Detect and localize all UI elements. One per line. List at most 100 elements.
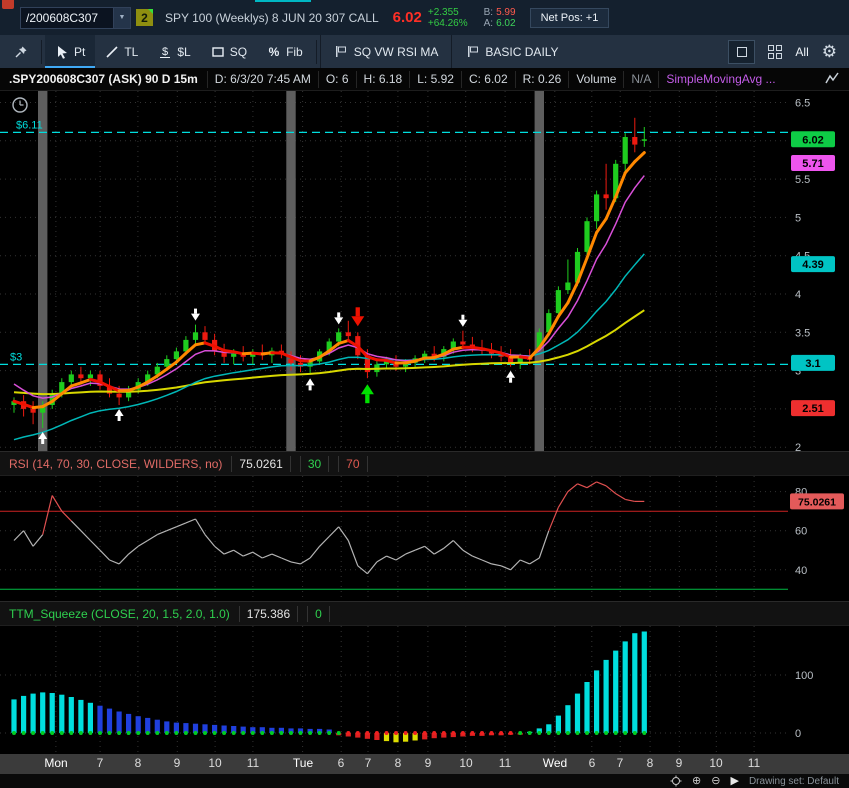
rsi-study-title[interactable]: RSI (14, 70, 30, CLOSE, WILDERS, no): [9, 457, 222, 471]
svg-text:5.5: 5.5: [795, 174, 810, 186]
rsi-values: 75.0261 30 70: [222, 457, 367, 471]
time-axis-hour-label: 7: [617, 756, 624, 770]
time-axis-hour-label: 9: [425, 756, 432, 770]
bid-ask: B:5.99 A:6.02: [484, 7, 516, 29]
time-axis-hour-label: 6: [589, 756, 596, 770]
instrument-description: SPY 100 (Weeklys) 8 JUN 20 307 CALL: [165, 11, 379, 25]
time-axis-hour-label: 8: [647, 756, 654, 770]
svg-text:3.5: 3.5: [795, 327, 810, 339]
svg-text:4.39: 4.39: [802, 259, 823, 271]
alert-price-lines[interactable]: $6.11 $3: [0, 119, 788, 364]
change-pct: +64.26%: [428, 18, 468, 29]
tool-label: $L: [177, 45, 190, 59]
chart-header-field: C: 6.02: [461, 71, 515, 88]
single-chart-layout-button[interactable]: [728, 40, 755, 64]
alert-clock-icon[interactable]: [13, 98, 27, 112]
moving-average-lines: [14, 153, 644, 440]
ttm-study-title[interactable]: TTM_Squeeze (CLOSE, 20, 1.5, 2.0, 1.0): [9, 607, 230, 621]
rsi-value-cell: 70: [338, 456, 367, 472]
zoom-in-icon[interactable]: ⊕: [692, 775, 701, 787]
svg-text:4: 4: [795, 289, 801, 301]
tool-tl[interactable]: TL: [95, 35, 148, 68]
bid-label: B:: [484, 7, 493, 18]
rsi-header: RSI (14, 70, 30, CLOSE, WILDERS, no) 75.…: [0, 451, 849, 476]
preset-sq-vw-rsi-ma[interactable]: SQ VW RSI MA: [320, 35, 452, 68]
chart-header-field: R: 0.26: [515, 71, 569, 88]
rsi-value-cell: 30: [300, 456, 329, 472]
ttm-values: 175.3860: [230, 607, 330, 621]
chart-header-field: SimpleMovingAvg ...: [658, 71, 782, 88]
chart-style-icon[interactable]: [824, 71, 849, 87]
square-icon: [737, 47, 747, 57]
tool-pt[interactable]: Pt: [45, 35, 95, 68]
play-icon[interactable]: ▶: [730, 775, 738, 787]
pin-button[interactable]: [4, 35, 38, 68]
crosshair-icon[interactable]: [670, 775, 682, 787]
cursor-icon: [55, 45, 69, 59]
svg-text:5.71: 5.71: [802, 158, 823, 170]
gear-icon[interactable]: ⚙: [822, 43, 837, 60]
ttm-value-cell: 175.386: [239, 606, 298, 622]
time-axis-day-label: Wed: [543, 756, 567, 770]
svg-text:$: $: [162, 46, 168, 58]
bottom-bar: ⊕ ⊖ ▶ Drawing set: Default: [0, 774, 849, 788]
tool-dollar-l[interactable]: $ $L: [148, 35, 200, 68]
time-axis[interactable]: Mon7891011Tue67891011Wed67891011: [0, 754, 849, 774]
time-axis-hour-label: 9: [676, 756, 683, 770]
study-set-icon: [334, 45, 348, 59]
ttm-squeeze-chart[interactable]: 1000: [0, 626, 849, 754]
net-position-badge: Net Pos: +1: [530, 8, 610, 28]
symbol-dropdown-button[interactable]: ▼: [114, 7, 131, 29]
change-abs: +2.355: [428, 7, 459, 18]
preset-basic-daily[interactable]: BASIC DAILY: [451, 35, 571, 68]
percent-icon: %: [267, 45, 281, 59]
svg-text:$3: $3: [10, 351, 22, 363]
app-logo-sliver: [2, 0, 14, 9]
svg-text:0: 0: [795, 728, 801, 740]
tool-label: Fib: [286, 45, 303, 59]
svg-text:$6.11: $6.11: [16, 119, 43, 131]
rsi-value-bubble: 75.0261: [790, 493, 844, 509]
trendline-icon: [105, 45, 119, 59]
session-breaks: [38, 91, 544, 451]
link-group-badge[interactable]: 2: [136, 9, 153, 26]
study-presets-group: SQ VW RSI MABASIC DAILY: [320, 35, 572, 68]
rsi-value-cell: 75.0261: [231, 456, 290, 472]
tool-sq[interactable]: SQ: [201, 35, 257, 68]
symbol-input[interactable]: /200608C307: [20, 7, 114, 29]
chart-header-field: Volume: [568, 71, 623, 88]
chart-header-field: O: 6: [318, 71, 356, 88]
tool-label: Pt: [74, 45, 85, 59]
chart-header-field: L: 5.92: [409, 71, 461, 88]
rsi-grid: 806040: [0, 476, 807, 601]
rect-tool-icon: [211, 45, 225, 59]
time-axis-hour-label: 10: [709, 756, 722, 770]
tool-fib[interactable]: % Fib: [257, 35, 313, 68]
chart-header-field: D: 6/3/20 7:45 AM: [207, 71, 318, 88]
svg-text:6.5: 6.5: [795, 98, 810, 110]
ask-row: A:6.02: [484, 18, 516, 29]
main-price-chart[interactable]: 22.533.544.555.566.5$6.11$36.025.714.393…: [0, 91, 849, 451]
ohlc-readout: D: 6/3/20 7:45 AMO: 6H: 6.18L: 5.92C: 6.…: [207, 68, 783, 90]
chart-symbol-title: .SPY200608C307 (ASK) 90 D 15m: [0, 72, 207, 86]
grid-layout-button[interactable]: [768, 45, 782, 59]
svg-text:%: %: [269, 45, 280, 59]
last-price: 6.02: [393, 9, 422, 26]
top-bar: /200608C307 ▼ 2 SPY 100 (Weeklys) 8 JUN …: [0, 0, 849, 35]
toolbar-right-group: All ⚙: [728, 40, 845, 64]
time-axis-hour-label: 9: [174, 756, 181, 770]
time-axis-hour-label: 10: [459, 756, 472, 770]
rsi-chart[interactable]: 80604075.0261: [0, 476, 849, 601]
tool-label: SQ: [230, 45, 247, 59]
thinkorswim-chart-window: /200608C307 ▼ 2 SPY 100 (Weeklys) 8 JUN …: [0, 0, 849, 788]
dollar-line-icon: $: [158, 45, 172, 59]
chart-toolbar: Pt TL $ $L SQ% Fib SQ VW RSI MABASIC DAILY Al…: [0, 35, 849, 68]
svg-text:2.51: 2.51: [802, 403, 823, 415]
tab-accent-sliver: [255, 0, 311, 2]
svg-text:60: 60: [795, 526, 807, 538]
all-button[interactable]: All: [795, 45, 808, 59]
svg-text:6.02: 6.02: [802, 134, 823, 146]
zoom-out-icon[interactable]: ⊖: [711, 775, 720, 787]
drawing-set-label[interactable]: Drawing set: Default: [749, 776, 839, 787]
svg-text:2: 2: [795, 442, 801, 451]
